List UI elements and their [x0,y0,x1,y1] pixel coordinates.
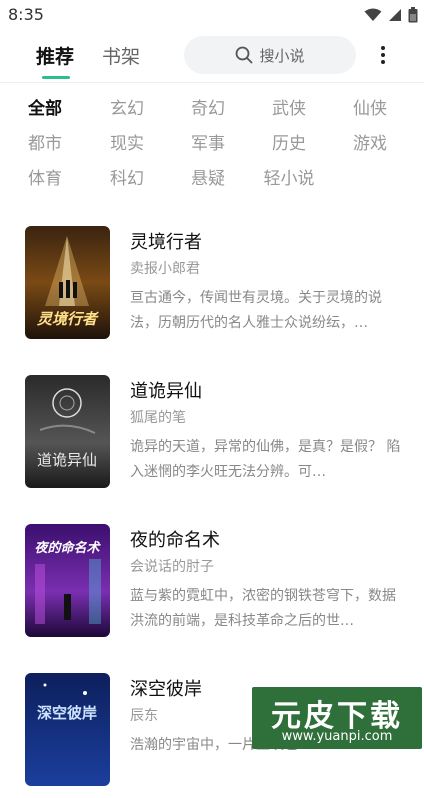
cover-title: 灵境行者 [36,310,99,328]
tab-bookshelf[interactable]: 书架 [102,42,140,69]
more-dot-icon [381,46,385,50]
tab-active-indicator [42,76,70,79]
book-description: 亘古通今，传闻世有灵境。关于灵境的说法，历朝历代的名人雅士众说纷纭，… [130,290,382,331]
top-header: 推荐 书架 搜小说 [0,30,424,83]
search-placeholder: 搜小说 [259,46,305,65]
category-dushi[interactable]: 都市 [15,129,75,154]
tab-recommend[interactable]: 推荐 [36,42,74,69]
more-dot-icon [381,60,385,64]
status-time: 8:35 [8,5,44,24]
book-title: 道诡异仙 [130,381,202,402]
book-title: 夜的命名术 [130,530,220,551]
status-icons [364,7,418,23]
book-cover: 深空彼岸 [25,673,110,786]
battery-icon [408,7,418,23]
search-bar[interactable]: 搜小说 [184,36,356,74]
category-qihuan[interactable]: 奇幻 [178,94,238,119]
cover-title: 道诡异仙 [37,451,97,469]
category-light-novel[interactable]: 轻小说 [259,164,319,189]
cover-title: 深空彼岸 [37,704,97,722]
book-author: 狐尾的笔 [130,410,186,426]
book-list-item[interactable]: 夜的命名术 夜的命名术 会说话的肘子 蓝与紫的霓虹中，浓密的钢铁苍穹下，数据洪流… [0,524,424,649]
book-cover: 夜的命名术 [25,524,110,637]
category-xuanyi[interactable]: 悬疑 [178,164,238,189]
category-xianxia[interactable]: 仙侠 [340,94,400,119]
category-row: 都市 现实 军事 历史 游戏 [0,123,424,158]
signal-icon [389,9,401,21]
category-youxi[interactable]: 游戏 [340,129,400,154]
book-list-item[interactable]: 灵境行者 灵境行者 卖报小郎君 亘古通今，传闻世有灵境。关于灵境的说法，历朝历代… [0,226,424,351]
book-list-item[interactable]: 道诡异仙 道诡异仙 狐尾的笔 诡异的天道，异常的仙佛，是真？是假？ 陷入迷惘的李… [0,375,424,500]
category-grid: 全部 玄幻 奇幻 武侠 仙侠 都市 现实 军事 历史 游戏 体育 科幻 悬疑 轻… [0,88,424,193]
category-row: 体育 科幻 悬疑 轻小说 [0,158,424,193]
category-xianshi[interactable]: 现实 [97,129,157,154]
book-title: 灵境行者 [130,232,202,253]
category-lishi[interactable]: 历史 [259,129,319,154]
category-tiyu[interactable]: 体育 [15,164,75,189]
book-description: 诡异的天道，异常的仙佛，是真？是假？ 陷入迷惘的李火旺无法分辨。可… [130,439,401,480]
cover-title: 夜的命名术 [34,540,101,556]
category-junshi[interactable]: 军事 [178,129,238,154]
search-icon [236,46,253,64]
category-xuanhuan[interactable]: 玄幻 [97,94,157,119]
book-author: 卖报小郎君 [130,261,200,277]
wifi-icon [364,8,382,21]
category-wuxia[interactable]: 武侠 [259,94,319,119]
book-cover: 灵境行者 [25,226,110,339]
book-author: 辰东 [130,708,158,724]
book-title: 深空彼岸 [130,679,202,700]
more-options-button[interactable] [373,40,393,70]
watermark-logo: 元皮下载 www.yuanpi.com [252,687,422,749]
more-dot-icon [381,53,385,57]
book-cover: 道诡异仙 [25,375,110,488]
book-author: 会说话的肘子 [130,559,214,575]
category-kehuan[interactable]: 科幻 [97,164,157,189]
status-bar: 8:35 [0,0,424,30]
watermark-url: www.yuanpi.com [281,729,393,744]
book-description: 蓝与紫的霓虹中，浓密的钢铁苍穹下，数据洪流的前端，是科技革命之后的世… [130,588,396,629]
category-all[interactable]: 全部 [15,94,75,119]
category-row: 全部 玄幻 奇幻 武侠 仙侠 [0,88,424,123]
